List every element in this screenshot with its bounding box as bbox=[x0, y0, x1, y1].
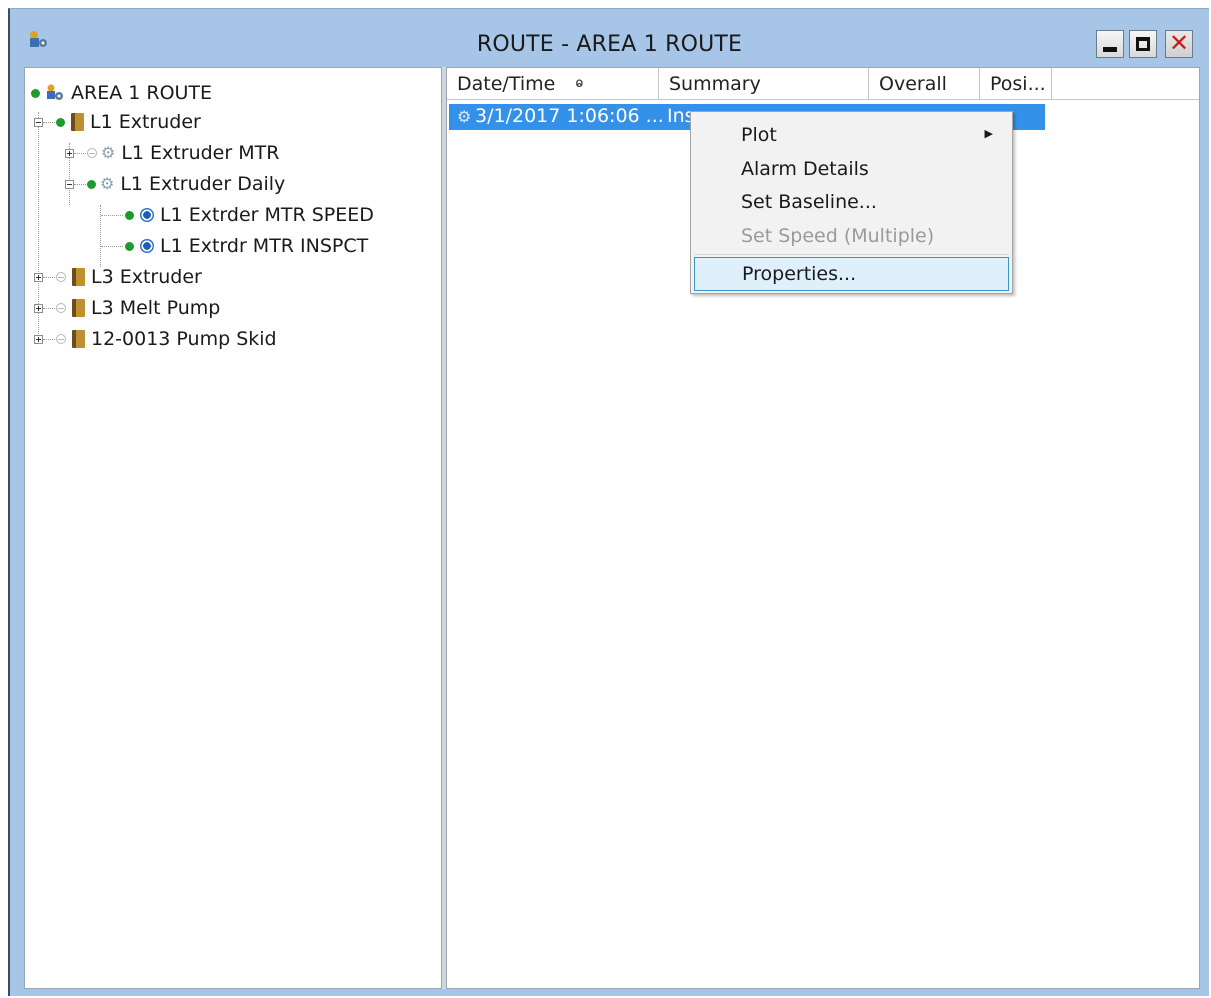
tree-node-l3-melt-pump[interactable]: L3 Melt Pump bbox=[34, 294, 220, 322]
measurement-point-icon bbox=[140, 208, 154, 222]
route-tree[interactable]: AREA 1 ROUTE L1 Extruder ⚙ L1 Extruder M… bbox=[24, 67, 442, 989]
app-window: ROUTE - AREA 1 ROUTE ✕ AREA 1 ROUTE L1 E… bbox=[8, 8, 1209, 996]
status-ok-icon bbox=[125, 241, 134, 251]
gear-icon: ⚙ bbox=[101, 143, 116, 162]
menu-item-properties[interactable]: Properties... bbox=[694, 257, 1009, 291]
tree-node-mtr-inspct[interactable]: L1 Extrdr MTR INSPCT bbox=[125, 232, 368, 260]
menu-item-plot[interactable]: Plot ▶ bbox=[694, 118, 1009, 152]
minimize-button[interactable] bbox=[1096, 30, 1124, 58]
status-ok-icon bbox=[125, 210, 134, 220]
menu-item-label: Properties... bbox=[742, 263, 857, 285]
column-header-label: Date/Time bbox=[457, 72, 556, 95]
tree-node-label: L1 Extruder bbox=[90, 111, 201, 133]
tree-node-label: L1 Extruder MTR bbox=[121, 142, 280, 164]
column-header-summary[interactable]: Summary bbox=[659, 68, 869, 100]
collapse-icon[interactable] bbox=[65, 179, 74, 189]
collapse-icon[interactable] bbox=[34, 117, 43, 127]
machine-icon bbox=[71, 113, 84, 131]
tree-node-label: L3 Melt Pump bbox=[91, 297, 221, 319]
tree-node-label: L1 Extruder Daily bbox=[120, 173, 286, 195]
close-icon: ✕ bbox=[1168, 29, 1190, 57]
menu-item-set-baseline[interactable]: Set Baseline... bbox=[694, 185, 1009, 219]
expand-icon[interactable] bbox=[65, 148, 74, 158]
tree-node-pump-skid[interactable]: 12-0013 Pump Skid bbox=[34, 325, 277, 353]
tree-line bbox=[101, 246, 123, 247]
tree-node-l1-extruder[interactable]: L1 Extruder bbox=[34, 108, 201, 136]
column-header-filler bbox=[1052, 68, 1199, 100]
maximize-icon bbox=[1136, 37, 1150, 51]
menu-item-label: Plot bbox=[741, 124, 777, 146]
tree-node-label: AREA 1 ROUTE bbox=[71, 82, 213, 104]
column-header-label: Summary bbox=[669, 72, 761, 95]
gear-icon: ⚙ bbox=[100, 174, 115, 193]
machine-icon bbox=[72, 268, 85, 286]
context-menu: Plot ▶ Alarm Details Set Baseline... Set… bbox=[690, 111, 1013, 294]
title-bar[interactable]: ROUTE - AREA 1 ROUTE ✕ bbox=[10, 9, 1209, 67]
expand-icon[interactable] bbox=[34, 303, 43, 313]
close-button[interactable]: ✕ bbox=[1165, 29, 1193, 58]
tree-node-label: 12-0013 Pump Skid bbox=[91, 328, 277, 350]
sort-icon: ⱺ bbox=[575, 76, 584, 91]
minimize-icon bbox=[1103, 47, 1117, 52]
cell-date: 3/1/2017 1:06:06 ... bbox=[475, 105, 664, 127]
menu-item-label: Set Baseline... bbox=[741, 191, 877, 213]
column-header-date[interactable]: Date/Time ⱺ bbox=[447, 68, 659, 100]
menu-item-alarm-details[interactable]: Alarm Details bbox=[694, 152, 1009, 186]
column-header-label: Overall bbox=[879, 72, 947, 95]
tree-node-label: L1 Extrdr MTR INSPCT bbox=[160, 235, 369, 257]
machine-icon bbox=[72, 330, 85, 348]
machine-icon bbox=[72, 299, 85, 317]
tree-node-l3-extruder[interactable]: L3 Extruder bbox=[34, 263, 202, 291]
menu-separator bbox=[694, 254, 1009, 255]
menu-item-label: Set Speed (Multiple) bbox=[741, 225, 935, 247]
column-header-label: Posi... bbox=[990, 72, 1046, 95]
measurement-point-icon bbox=[140, 239, 154, 253]
status-ok-icon bbox=[31, 88, 40, 98]
status-ok-icon bbox=[87, 179, 96, 189]
tree-node-label: L3 Extruder bbox=[91, 266, 202, 288]
menu-item-label: Alarm Details bbox=[741, 158, 869, 180]
status-none-icon bbox=[56, 272, 66, 282]
window-title: ROUTE - AREA 1 ROUTE bbox=[476, 32, 743, 57]
tree-node-label: L1 Extrder MTR SPEED bbox=[160, 204, 374, 226]
expand-icon[interactable] bbox=[34, 334, 43, 344]
tree-line bbox=[101, 215, 123, 216]
tree-node-l1-extruder-daily[interactable]: ⚙ L1 Extruder Daily bbox=[65, 170, 285, 198]
status-ok-icon bbox=[56, 117, 65, 127]
column-header-overall[interactable]: Overall bbox=[869, 68, 980, 100]
expand-icon[interactable] bbox=[34, 272, 43, 282]
tree-node-mtr-speed[interactable]: L1 Extrder MTR SPEED bbox=[125, 201, 374, 229]
tree-node-root[interactable]: AREA 1 ROUTE bbox=[31, 79, 212, 107]
route-icon bbox=[45, 83, 65, 103]
maximize-button[interactable] bbox=[1129, 30, 1157, 58]
column-header-position[interactable]: Posi... bbox=[980, 68, 1052, 100]
tree-node-l1-extruder-mtr[interactable]: ⚙ L1 Extruder MTR bbox=[65, 139, 279, 167]
status-none-icon bbox=[56, 334, 66, 344]
submenu-arrow-icon: ▶ bbox=[984, 127, 993, 140]
status-none-icon bbox=[87, 148, 97, 158]
status-none-icon bbox=[56, 303, 66, 313]
reading-icon: ⚙ bbox=[457, 107, 472, 126]
menu-item-set-speed: Set Speed (Multiple) bbox=[694, 219, 1009, 253]
